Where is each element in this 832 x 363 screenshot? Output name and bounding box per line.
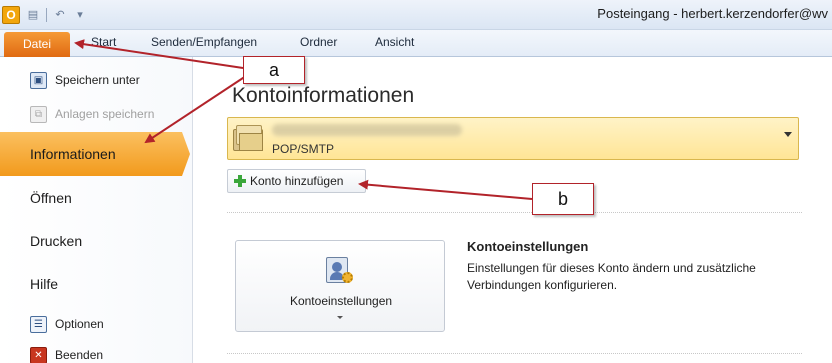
- quick-access-toolbar: O ▤ ↶ ▾: [2, 6, 87, 24]
- tab-view[interactable]: Ansicht: [375, 35, 414, 49]
- save-as-command[interactable]: ▣ Speichern unter: [30, 70, 140, 90]
- annotation-callout-b: b: [532, 183, 594, 215]
- tab-send-receive[interactable]: Senden/Empfangen: [151, 35, 257, 49]
- account-type: POP/SMTP: [272, 142, 335, 156]
- account-settings-heading: Kontoeinstellungen: [467, 239, 589, 254]
- exit-command[interactable]: ✕ Beenden: [30, 345, 103, 363]
- nav-item-hilfe[interactable]: Hilfe: [0, 262, 193, 306]
- account-selector-dropdown[interactable]: POP/SMTP: [227, 117, 799, 160]
- undo-icon[interactable]: ↶: [53, 8, 67, 22]
- account-email-blurred: [272, 124, 462, 136]
- attachments-icon: ⧉: [30, 105, 47, 123]
- caret-down-icon: [337, 316, 343, 319]
- account-settings-description: Einstellungen für dieses Konto ändern un…: [467, 261, 756, 292]
- mail-account-icon: [233, 123, 265, 155]
- nav-item-oeffnen[interactable]: Öffnen: [0, 176, 193, 220]
- ribbon-tabs: Datei Start Senden/Empfangen Ordner Ansi…: [0, 30, 832, 57]
- tab-folder[interactable]: Ordner: [300, 35, 337, 49]
- window-title: Posteingang - herbert.kerzendorfer@wv: [597, 6, 828, 21]
- account-settings-icon: [324, 255, 354, 285]
- options-icon: ☰: [30, 315, 47, 333]
- exit-label: Beenden: [55, 348, 104, 362]
- title-bar: O ▤ ↶ ▾ Posteingang - herbert.kerzendorf…: [0, 0, 832, 30]
- save-as-icon: ▣: [30, 71, 47, 89]
- backstage-nav: ▣ Speichern unter ⧉ Anlagen speichern In…: [0, 57, 193, 363]
- tab-start[interactable]: Start: [91, 35, 116, 49]
- section-divider: [227, 212, 802, 213]
- account-info-panel: Kontoinformationen POP/SMTP Konto hinzuf…: [194, 57, 832, 363]
- chevron-down-icon: [784, 132, 792, 137]
- options-command[interactable]: ☰ Optionen: [30, 314, 104, 334]
- tab-file[interactable]: Datei: [4, 32, 70, 57]
- nav-item-informationen[interactable]: Informationen: [0, 132, 190, 176]
- section-divider-bottom: [227, 353, 802, 354]
- save-attachments-command[interactable]: ⧉ Anlagen speichern: [30, 104, 154, 124]
- annotation-callout-a: a: [243, 56, 305, 84]
- qat-separator: [46, 8, 47, 22]
- save-as-label: Speichern unter: [55, 73, 140, 87]
- options-label: Optionen: [55, 317, 104, 331]
- send-receive-icon[interactable]: ▤: [26, 8, 40, 22]
- nav-item-drucken[interactable]: Drucken: [0, 219, 193, 263]
- add-account-button[interactable]: Konto hinzufügen: [227, 169, 366, 193]
- page-title: Kontoinformationen: [232, 84, 415, 107]
- save-attachments-label: Anlagen speichern: [55, 107, 155, 121]
- account-settings-button[interactable]: Kontoeinstellungen: [235, 240, 445, 332]
- account-settings-button-label: Kontoeinstellungen: [289, 294, 393, 308]
- plus-icon: [234, 175, 246, 187]
- add-account-label: Konto hinzufügen: [250, 174, 344, 188]
- qat-customize-icon[interactable]: ▾: [73, 8, 87, 22]
- exit-icon: ✕: [30, 346, 47, 363]
- outlook-app-icon[interactable]: O: [2, 6, 20, 24]
